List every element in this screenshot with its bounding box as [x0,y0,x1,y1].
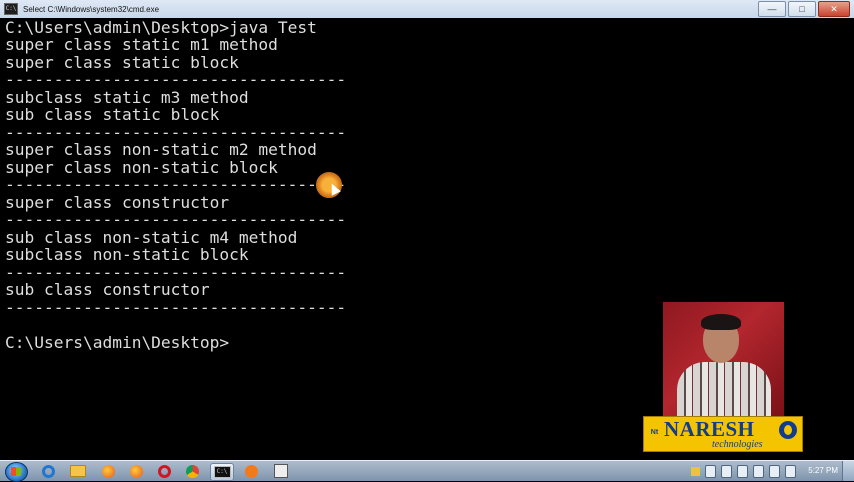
taskbar-app-command-prompt[interactable]: C:\ [210,463,234,481]
console-prompt[interactable]: C:\Users\admin\Desktop> [5,334,229,352]
action-center-icon[interactable] [691,467,700,476]
console-separator: ----------------------------------- [5,70,347,89]
tray-app-icon[interactable] [721,465,732,478]
start-button[interactable] [5,462,28,482]
taskbar-app-firefox[interactable] [97,463,119,479]
presenter-video [663,302,784,416]
firefox-icon [129,464,143,478]
console-line: super class static block [5,53,239,72]
volume-icon[interactable] [769,465,780,478]
taskbar-clock[interactable]: 5:27 PM [808,465,838,476]
presenter-shirt [677,362,771,416]
console-line: super class non-static m2 method [5,140,317,159]
console-line: sub class static block [5,105,220,124]
console-line: super class static m1 method [5,35,278,54]
cmd-icon: C:\ [213,466,231,478]
folder-icon [70,465,86,477]
power-icon[interactable] [785,465,796,478]
window-titlebar[interactable]: C:\ Select C:\Windows\system32\cmd.exe —… [0,0,854,19]
console-line: C:\Users\admin\Desktop>java Test [5,18,317,37]
console-separator: ----------------------------------- [5,175,347,194]
window-icon [274,464,288,478]
taskbar-app-firefox-2[interactable] [125,463,147,479]
console-line: subclass static m3 method [5,88,249,107]
console-separator: ----------------------------------- [5,123,347,142]
minimize-button[interactable]: — [758,1,786,17]
logo-name: NARESH [664,417,755,441]
maximize-button[interactable]: □ [788,1,816,17]
media-icon [244,464,258,478]
taskbar-app-chrome[interactable] [181,463,203,479]
console-line: super class constructor [5,193,230,212]
console-separator: ----------------------------------- [5,298,347,317]
taskbar-app-opera[interactable] [153,463,175,479]
taskbar-app-internet-explorer[interactable] [37,463,59,479]
logo-badge: Nt [650,429,659,436]
network-icon[interactable] [753,465,764,478]
bluetooth-icon[interactable] [737,465,748,478]
logo-emblem-icon [779,421,797,439]
taskbar-app-file-explorer[interactable] [67,463,89,479]
taskbar-app-window[interactable] [270,463,292,479]
close-button[interactable]: ✕ [818,1,850,17]
taskbar: C:\ 5:27 PM [0,460,854,482]
show-desktop-button[interactable] [842,461,854,481]
cmd-app-icon: C:\ [4,3,18,15]
system-tray [691,465,796,478]
taskbar-app-media-player[interactable] [240,463,262,479]
tray-app-icon[interactable] [705,465,716,478]
naresh-logo: Nt NARESH technologies [643,416,803,452]
opera-icon [157,464,171,478]
console-line: sub class non-static m4 method [5,228,298,247]
console-separator: ----------------------------------- [5,210,347,229]
window-title: Select C:\Windows\system32\cmd.exe [23,4,160,14]
chrome-icon [185,464,199,478]
console-line: super class non-static block [5,158,278,177]
window-controls: — □ ✕ [758,1,850,17]
ie-icon [41,464,55,478]
console-line: sub class constructor [5,280,210,299]
firefox-icon [101,464,115,478]
console-line: subclass non-static block [5,245,249,264]
console-separator: ----------------------------------- [5,263,347,282]
windows-logo-icon [11,467,21,476]
logo-subtitle: technologies [712,439,763,450]
presenter-hair [701,314,741,330]
